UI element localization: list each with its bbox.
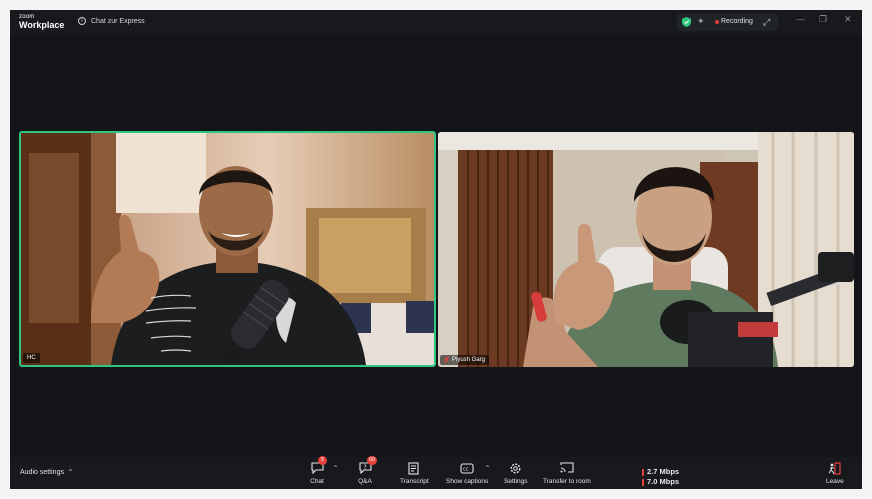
- upload-signal-icon: [642, 468, 644, 476]
- transfer-label: Transfer to room: [543, 478, 591, 485]
- participant-video-piyush: [438, 132, 854, 367]
- transfer-to-room-button[interactable]: Transfer to room: [543, 461, 591, 485]
- recording-dot-icon: [715, 20, 719, 24]
- chat-label: Chat: [310, 478, 324, 485]
- leave-button[interactable]: Leave: [826, 461, 844, 485]
- chevron-up-icon: ^: [67, 469, 74, 476]
- zoom-window: zoom Workplace i Chat zur Express ✦ Reco…: [10, 10, 862, 489]
- svg-text:cc: cc: [463, 466, 469, 472]
- participant-name-tag: HC: [23, 353, 40, 363]
- shield-icon: [682, 17, 691, 27]
- network-stats[interactable]: 2.7 Mbps 7.0 Mbps: [642, 467, 679, 487]
- chat-options-chevron-icon[interactable]: ^: [333, 465, 338, 472]
- zoom-logo: zoom Workplace: [19, 14, 64, 30]
- expand-icon[interactable]: ⤢: [763, 17, 770, 28]
- qa-badge: 60: [367, 456, 378, 465]
- recording-pill[interactable]: ✦ Recording ⤢: [677, 13, 778, 31]
- minimize-button[interactable]: —: [796, 15, 805, 25]
- meeting-chat-link[interactable]: i Chat zur Express: [78, 17, 145, 25]
- download-rate: 7.0 Mbps: [647, 477, 680, 486]
- captions-options-chevron-icon[interactable]: ^: [485, 465, 490, 472]
- meeting-chat-label: Chat zur Express: [91, 17, 145, 25]
- info-icon: i: [78, 17, 86, 25]
- video-gallery: HC Piyush Garg: [10, 35, 862, 457]
- participant-video-hc: [21, 133, 434, 365]
- title-bar: zoom Workplace i Chat zur Express ✦ Reco…: [10, 10, 862, 35]
- gear-icon: [510, 462, 521, 474]
- qa-button[interactable]: ? 60 Q&A: [358, 456, 378, 485]
- chat-badge: 5: [318, 456, 327, 465]
- leave-icon: [828, 461, 841, 475]
- participant-name-hc: HC: [27, 355, 36, 361]
- audio-settings-label: Audio settings: [20, 469, 64, 476]
- meeting-toolbar: Audio settings ^ 5 Chat ^ ? 60 Q&A Trans…: [10, 456, 862, 489]
- settings-label: Settings: [504, 478, 528, 485]
- captions-icon: cc: [460, 462, 474, 474]
- logo-bottom: Workplace: [19, 20, 65, 30]
- leave-label: Leave: [826, 478, 844, 485]
- mic-muted-icon: [444, 356, 449, 364]
- transcript-button[interactable]: Transcript: [400, 461, 429, 485]
- maximize-button[interactable]: ❐: [819, 15, 827, 25]
- audio-settings-button[interactable]: Audio settings ^: [20, 469, 73, 476]
- transcript-label: Transcript: [400, 478, 429, 485]
- cast-icon: [560, 462, 574, 473]
- upload-rate: 2.7 Mbps: [647, 467, 680, 476]
- participant-tile-piyush[interactable]: Piyush Garg: [438, 132, 854, 367]
- participant-name-tag: Piyush Garg: [440, 355, 490, 365]
- participant-name-piyush: Piyush Garg: [452, 357, 486, 363]
- recording-label: Recording: [721, 18, 753, 25]
- close-button[interactable]: ✕: [844, 15, 852, 25]
- ai-companion-icon[interactable]: ✦: [697, 16, 705, 27]
- participant-tile-hc[interactable]: HC: [19, 131, 436, 367]
- chat-button[interactable]: 5 Chat: [310, 456, 327, 485]
- download-signal-icon: [642, 478, 644, 486]
- svg-text:?: ?: [363, 464, 366, 471]
- settings-button[interactable]: Settings: [504, 461, 528, 485]
- captions-label: Show captions: [446, 478, 489, 485]
- qa-label: Q&A: [358, 478, 372, 485]
- show-captions-button[interactable]: cc Show captions: [446, 461, 488, 485]
- transcript-icon: [408, 461, 419, 475]
